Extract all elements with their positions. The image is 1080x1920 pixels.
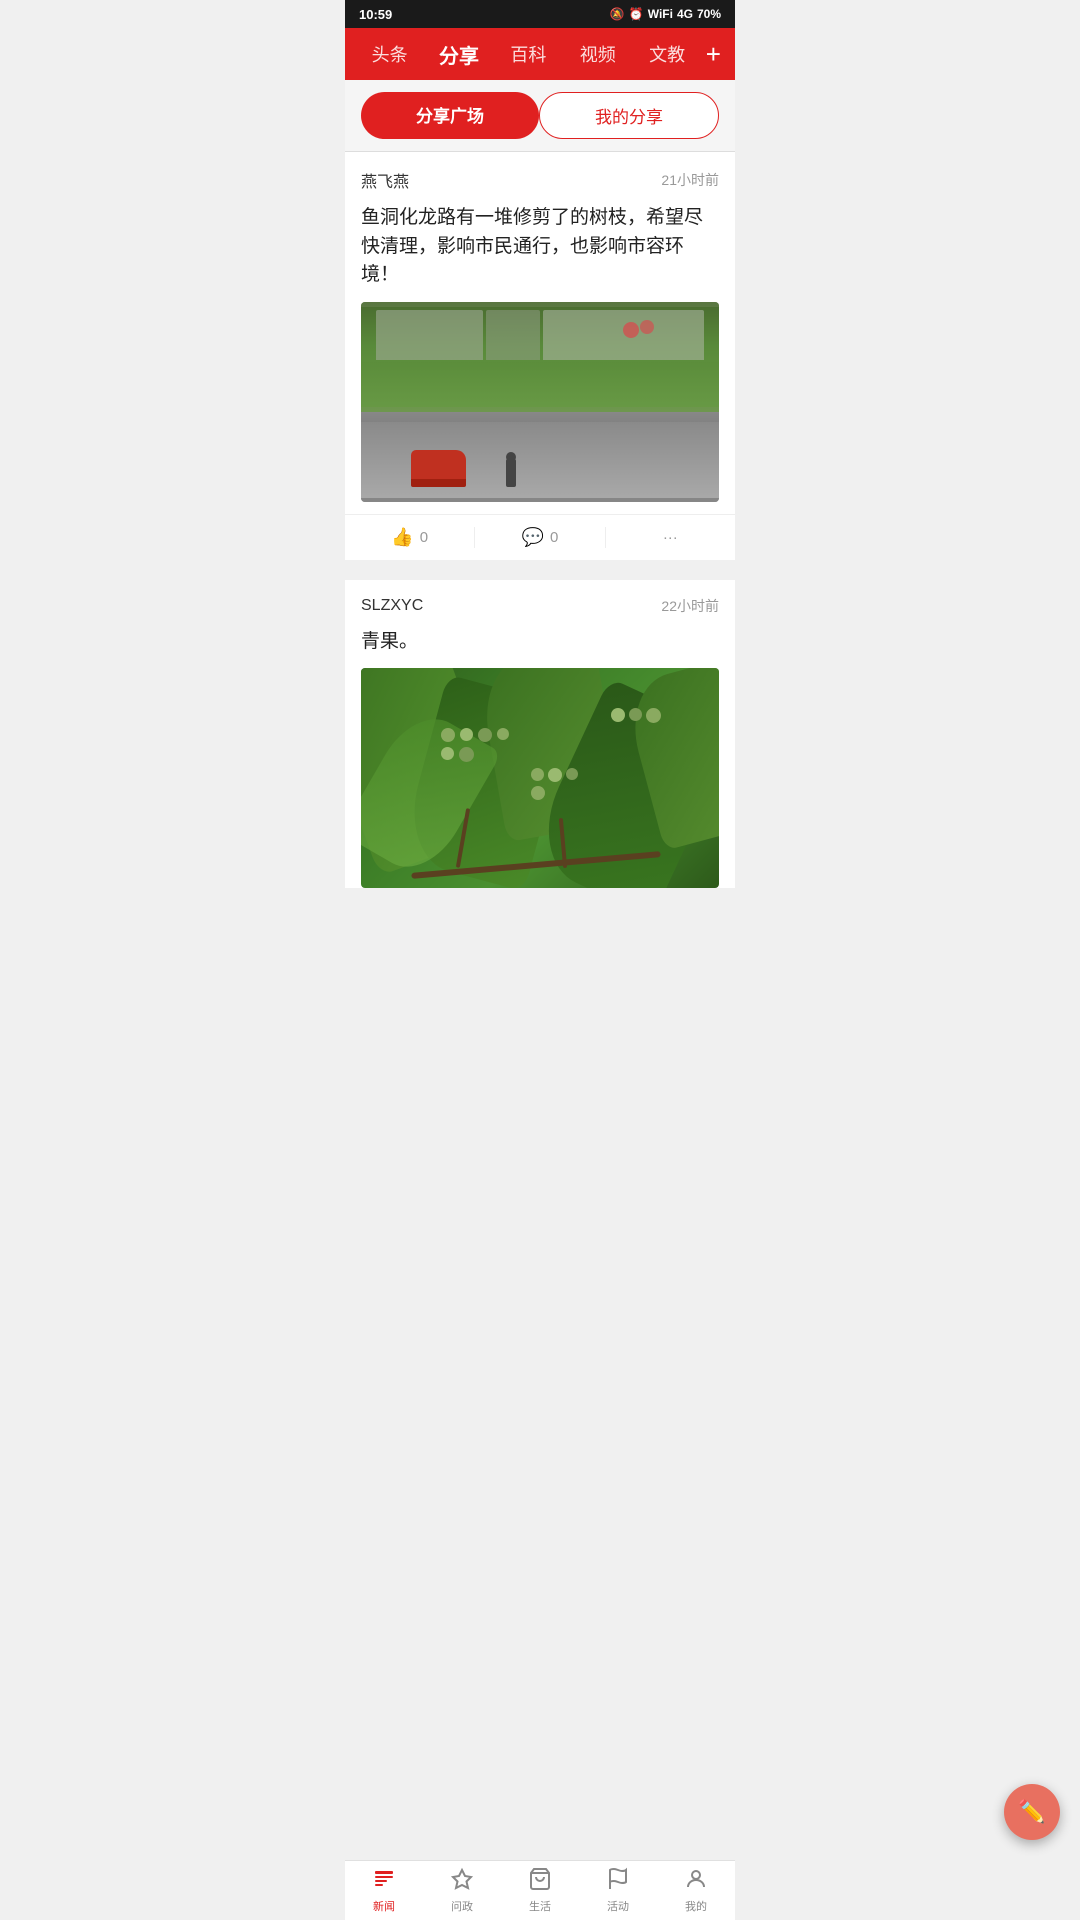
- wenzheng-label: 问政: [451, 1898, 473, 1914]
- fruit-image: [361, 668, 719, 888]
- divider-1: [345, 570, 735, 580]
- nav-item-toutiao[interactable]: 头条: [355, 27, 424, 81]
- activity-label: 活动: [607, 1898, 629, 1914]
- nav-item-share[interactable]: 分享: [424, 26, 493, 83]
- post-time-2: 22小时前: [661, 596, 719, 616]
- alarm-icon: ⏰: [629, 7, 644, 21]
- like-count-1: 0: [420, 529, 428, 546]
- more-icon-1: ···: [663, 529, 678, 546]
- status-time: 10:59: [359, 7, 392, 22]
- bottom-nav-life[interactable]: 生活: [501, 1861, 579, 1920]
- wenzheng-icon: [450, 1867, 474, 1895]
- compose-icon: ✏️: [1018, 1799, 1045, 1825]
- post-image-2: [361, 668, 719, 888]
- post-header-2: SLZXYC 22小时前: [345, 580, 735, 624]
- post-card-2: SLZXYC 22小时前 青果。: [345, 580, 735, 889]
- post-content-2: 青果。: [345, 624, 735, 669]
- post-time-1: 21小时前: [661, 170, 719, 190]
- comment-count-1: 0: [550, 529, 558, 546]
- more-button-1[interactable]: ···: [606, 527, 735, 548]
- compose-fab[interactable]: ✏️: [1004, 1784, 1060, 1840]
- bottom-nav-news[interactable]: 新闻: [345, 1861, 423, 1920]
- tab-share-plaza[interactable]: 分享广场: [361, 92, 539, 139]
- activity-icon: [606, 1867, 630, 1895]
- bottom-nav: 新闻 问政 生活 活动: [345, 1860, 735, 1920]
- mine-icon: [684, 1867, 708, 1895]
- post-author-2: SLZXYC: [361, 597, 423, 615]
- bottom-nav-wenz[interactable]: 问政: [423, 1861, 501, 1920]
- status-right: 🔕 ⏰ WiFi 4G 70%: [610, 7, 721, 21]
- news-label: 新闻: [373, 1898, 395, 1914]
- battery-icon: 70%: [697, 7, 721, 21]
- like-icon-1: 👍: [391, 527, 413, 548]
- tab-switcher: 分享广场 我的分享: [345, 80, 735, 152]
- status-bar: 10:59 🔕 ⏰ WiFi 4G 70%: [345, 0, 735, 28]
- mute-icon: 🔕: [610, 7, 625, 21]
- bottom-nav-mine[interactable]: 我的: [657, 1861, 735, 1920]
- post-card-1: 燕飞燕 21小时前 鱼洞化龙路有一堆修剪了的树枝，希望尽快清理，影响市民通行，也…: [345, 152, 735, 560]
- life-icon: [528, 1867, 552, 1895]
- nav-item-wenjiao[interactable]: 文教: [632, 27, 701, 81]
- add-nav-button[interactable]: +: [702, 31, 725, 78]
- tab-my-share[interactable]: 我的分享: [539, 92, 719, 139]
- post-header-1: 燕飞燕 21小时前: [345, 152, 735, 200]
- like-button-1[interactable]: 👍 0: [345, 527, 475, 548]
- comment-button-1[interactable]: 💬 0: [475, 527, 605, 548]
- post-image-1: [361, 302, 719, 502]
- top-nav: 头条 分享 百科 视频 文教 +: [345, 28, 735, 80]
- signal-icon: 4G: [677, 7, 693, 21]
- post-author-1: 燕飞燕: [361, 168, 409, 192]
- wifi-icon: WiFi: [648, 7, 673, 21]
- comment-icon-1: 💬: [522, 527, 544, 548]
- post-actions-1: 👍 0 💬 0 ···: [345, 514, 735, 560]
- life-label: 生活: [529, 1898, 551, 1914]
- street-image: [361, 302, 719, 502]
- post-content-1: 鱼洞化龙路有一堆修剪了的树枝，希望尽快清理，影响市民通行，也影响市容环境！: [345, 200, 735, 302]
- nav-item-video[interactable]: 视频: [563, 27, 632, 81]
- nav-item-baike[interactable]: 百科: [494, 27, 563, 81]
- feed-content: 燕飞燕 21小时前 鱼洞化龙路有一堆修剪了的树枝，希望尽快清理，影响市民通行，也…: [345, 152, 735, 970]
- bottom-nav-activity[interactable]: 活动: [579, 1861, 657, 1920]
- news-icon: [372, 1867, 396, 1895]
- mine-label: 我的: [685, 1898, 707, 1914]
